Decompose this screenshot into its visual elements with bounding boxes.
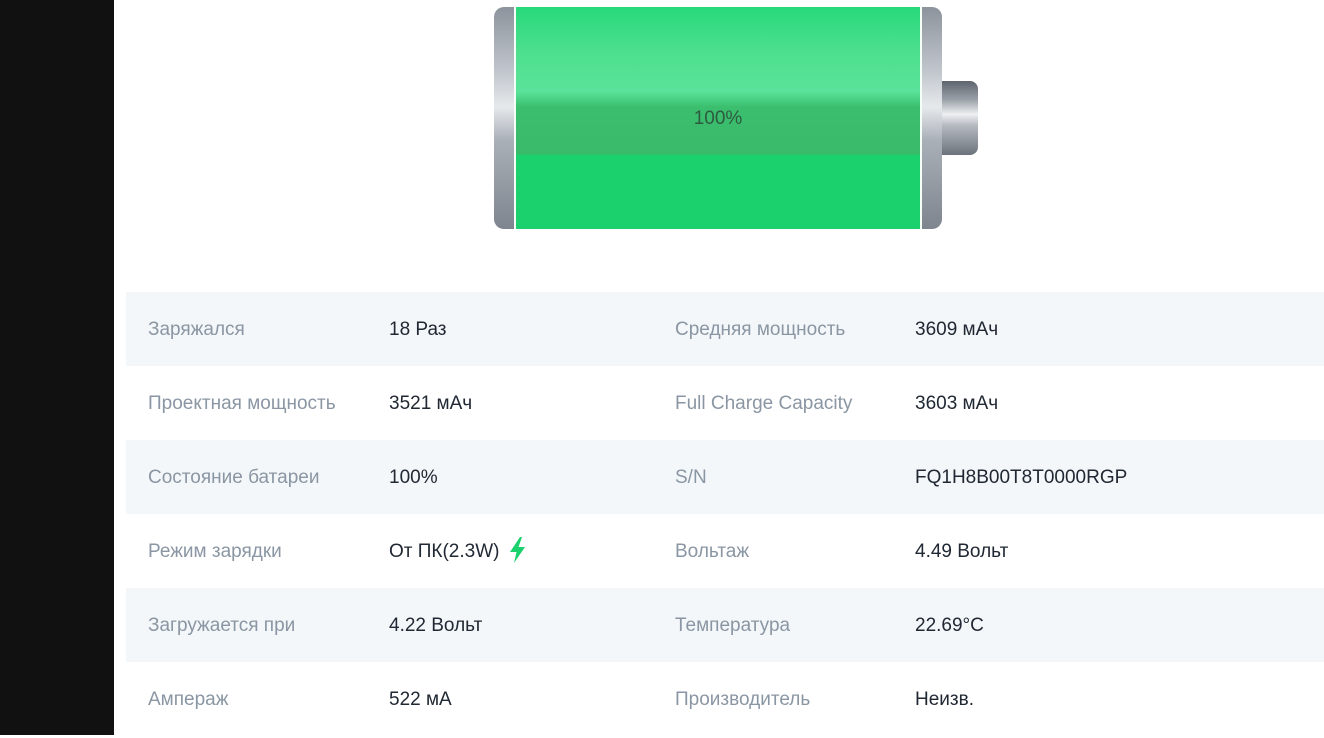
manufacturer-label: Производитель — [675, 689, 811, 710]
charging-mode-label: Режим зарядки — [148, 541, 282, 562]
amperage-label: Ампераж — [148, 689, 229, 710]
charge-cycles-value: 18 Раз — [389, 319, 447, 340]
charge-cycles-label: Заряжался — [148, 319, 245, 340]
voltage-label: Вольтаж — [675, 541, 750, 562]
battery-terminal — [942, 81, 978, 155]
battery-body: 100% — [514, 7, 922, 229]
battery-left-cap — [494, 7, 514, 229]
charging-voltage-value: 4.22 Вольт — [389, 615, 483, 636]
design-capacity-label: Проектная мощность — [148, 393, 336, 414]
full-charge-capacity-value: 3603 мАч — [915, 393, 999, 414]
battery-graphic: 100% — [494, 7, 978, 229]
temperature-label: Температура — [675, 615, 791, 636]
table-row: Проектная мощность 3521 мАч Full Charge … — [126, 366, 1324, 440]
table-row: Режим зарядки От ПК(2.3W) Вольтаж 4.49 В… — [126, 514, 1324, 588]
serial-number-value: FQ1H8B00T8T0000RGP — [915, 467, 1128, 488]
battery-health-label: Состояние батареи — [148, 467, 320, 488]
serial-number-label: S/N — [675, 467, 707, 488]
battery-health-value: 100% — [389, 467, 438, 488]
average-capacity-label: Средняя мощность — [675, 319, 846, 340]
voltage-value: 4.49 Вольт — [915, 541, 1009, 562]
temperature-value: 22.69°C — [915, 615, 984, 636]
table-row: Заряжался 18 Раз Средняя мощность 3609 м… — [126, 292, 1324, 366]
table-row: Загружается при 4.22 Вольт Температура 2… — [126, 588, 1324, 662]
battery-info-table: Заряжался 18 Раз Средняя мощность 3609 м… — [126, 292, 1324, 736]
battery-right-cap — [922, 7, 942, 229]
charging-voltage-label: Загружается при — [148, 615, 296, 636]
battery-info-panel: 100% Заряжался 18 Раз Средняя мощность 3… — [114, 0, 1324, 735]
manufacturer-value: Неизв. — [915, 689, 974, 710]
charging-mode-text: От ПК(2.3W) — [389, 541, 500, 562]
sidebar — [0, 0, 114, 735]
design-capacity-value: 3521 мАч — [389, 393, 473, 414]
full-charge-capacity-label: Full Charge Capacity — [675, 393, 853, 414]
average-capacity-value: 3609 мАч — [915, 319, 999, 340]
battery-level-label: 100% — [693, 108, 743, 129]
lightning-bolt-icon — [510, 536, 526, 563]
table-row: Состояние батареи 100% S/N FQ1H8B00T8T00… — [126, 440, 1324, 514]
table-row: Ампераж 522 мА Производитель Неизв. — [126, 662, 1324, 736]
amperage-value: 522 мА — [389, 689, 452, 710]
charging-mode-value: От ПК(2.3W) — [389, 514, 526, 588]
